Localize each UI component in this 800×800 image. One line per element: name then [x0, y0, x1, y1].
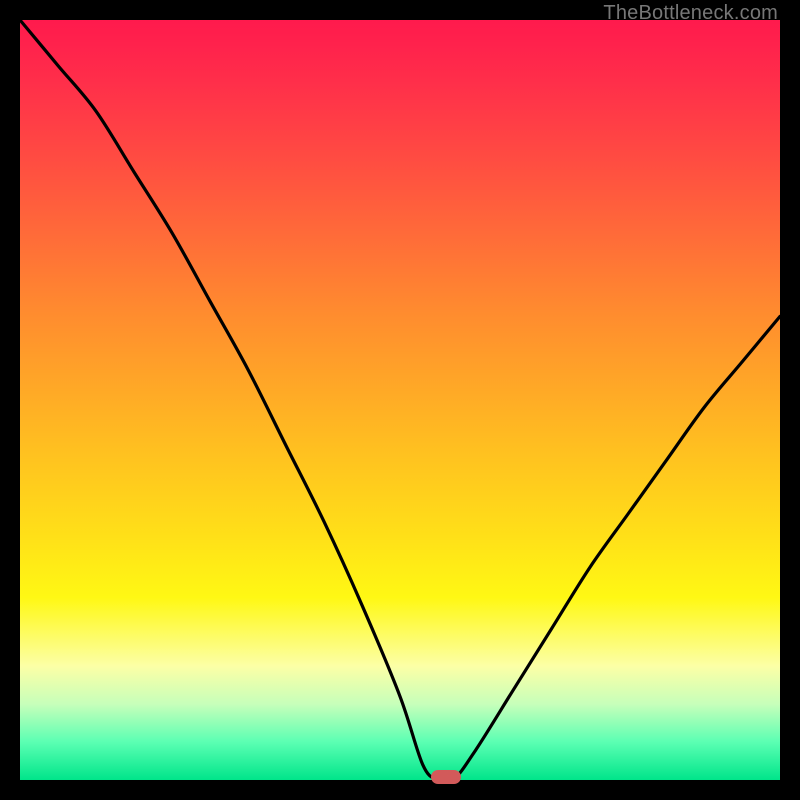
plot-area	[20, 20, 780, 780]
bottleneck-curve	[20, 20, 780, 780]
chart-frame: TheBottleneck.com	[0, 0, 800, 800]
watermark-text: TheBottleneck.com	[603, 2, 778, 25]
optimal-point-marker	[431, 770, 461, 784]
